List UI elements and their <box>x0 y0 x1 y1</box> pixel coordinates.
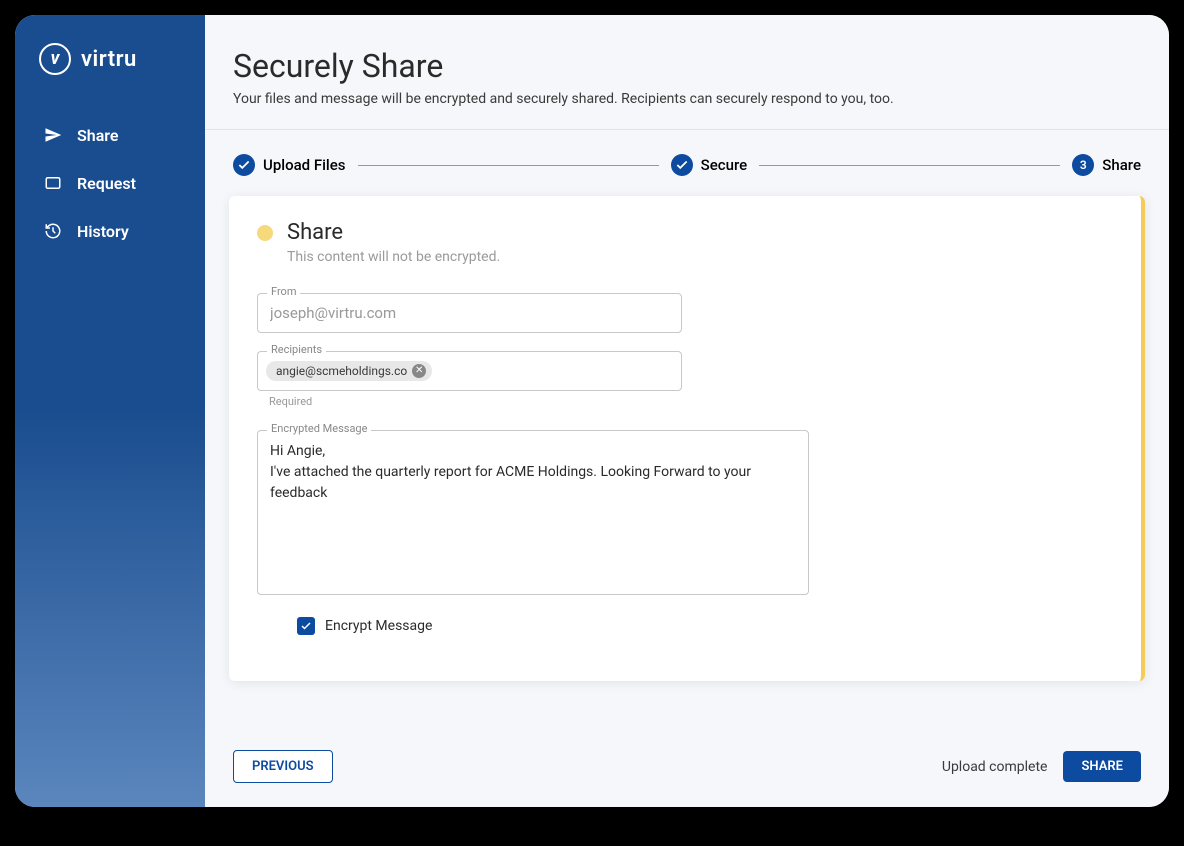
logo-icon: v <box>39 43 71 75</box>
share-card: Share This content will not be encrypted… <box>229 196 1145 681</box>
encrypt-checkbox[interactable] <box>297 617 315 635</box>
app-window: v virtru Share Request His <box>15 15 1169 807</box>
step-secure[interactable]: Secure <box>671 154 748 176</box>
card-title: Share <box>287 220 343 245</box>
card-header: Share <box>257 220 1113 245</box>
from-input[interactable] <box>257 293 682 333</box>
recipient-email: angie@scmeholdings.co <box>276 364 407 378</box>
page-subtitle: Your files and message will be encrypted… <box>233 91 1141 107</box>
step-label: Share <box>1102 156 1141 174</box>
step-number-icon: 3 <box>1072 154 1094 176</box>
previous-button[interactable]: PREVIOUS <box>233 750 333 783</box>
send-icon <box>43 125 63 145</box>
sidebar: v virtru Share Request His <box>15 15 205 807</box>
page-header: Securely Share Your files and message wi… <box>205 15 1169 130</box>
chip-remove-icon[interactable]: ✕ <box>412 364 426 378</box>
step-connector <box>358 165 659 166</box>
page-title: Securely Share <box>233 47 1141 85</box>
step-label: Secure <box>701 156 748 174</box>
recipients-input[interactable]: angie@scmeholdings.co ✕ <box>257 351 682 391</box>
card-container: Share This content will not be encrypted… <box>205 196 1169 726</box>
status-dot-icon <box>257 225 273 241</box>
from-label: From <box>267 285 300 298</box>
footer: PREVIOUS Upload complete SHARE <box>205 726 1169 807</box>
sidebar-item-label: Request <box>77 174 136 193</box>
footer-right: Upload complete SHARE <box>942 751 1141 782</box>
logo: v virtru <box>15 43 205 75</box>
upload-status: Upload complete <box>942 759 1048 775</box>
recipients-helper: Required <box>269 395 1113 408</box>
message-textarea[interactable] <box>257 430 809 595</box>
sidebar-item-request[interactable]: Request <box>15 159 205 207</box>
sidebar-item-label: History <box>77 222 129 241</box>
message-label: Encrypted Message <box>267 422 371 435</box>
card-subtitle: This content will not be encrypted. <box>287 249 1113 265</box>
history-icon <box>43 221 63 241</box>
step-check-icon <box>671 154 693 176</box>
recipients-field: Recipients angie@scmeholdings.co ✕ <box>257 351 682 391</box>
recipient-chip: angie@scmeholdings.co ✕ <box>266 361 432 381</box>
sidebar-nav: Share Request History <box>15 111 205 255</box>
message-field: Encrypted Message <box>257 430 809 599</box>
recipients-label: Recipients <box>267 343 326 356</box>
step-share[interactable]: 3 Share <box>1072 154 1141 176</box>
encrypt-checkbox-row: Encrypt Message <box>297 617 1113 635</box>
share-button[interactable]: SHARE <box>1063 751 1141 782</box>
step-label: Upload Files <box>263 156 346 174</box>
from-field: From <box>257 293 682 333</box>
step-upload-files[interactable]: Upload Files <box>233 154 346 176</box>
logo-text: virtru <box>81 47 137 72</box>
step-check-icon <box>233 154 255 176</box>
sidebar-item-history[interactable]: History <box>15 207 205 255</box>
step-connector <box>759 165 1060 166</box>
request-icon <box>43 173 63 193</box>
main-content: Securely Share Your files and message wi… <box>205 15 1169 807</box>
encrypt-checkbox-label: Encrypt Message <box>325 618 432 634</box>
stepper: Upload Files Secure 3 Share <box>205 130 1169 196</box>
sidebar-item-label: Share <box>77 126 119 145</box>
sidebar-item-share[interactable]: Share <box>15 111 205 159</box>
